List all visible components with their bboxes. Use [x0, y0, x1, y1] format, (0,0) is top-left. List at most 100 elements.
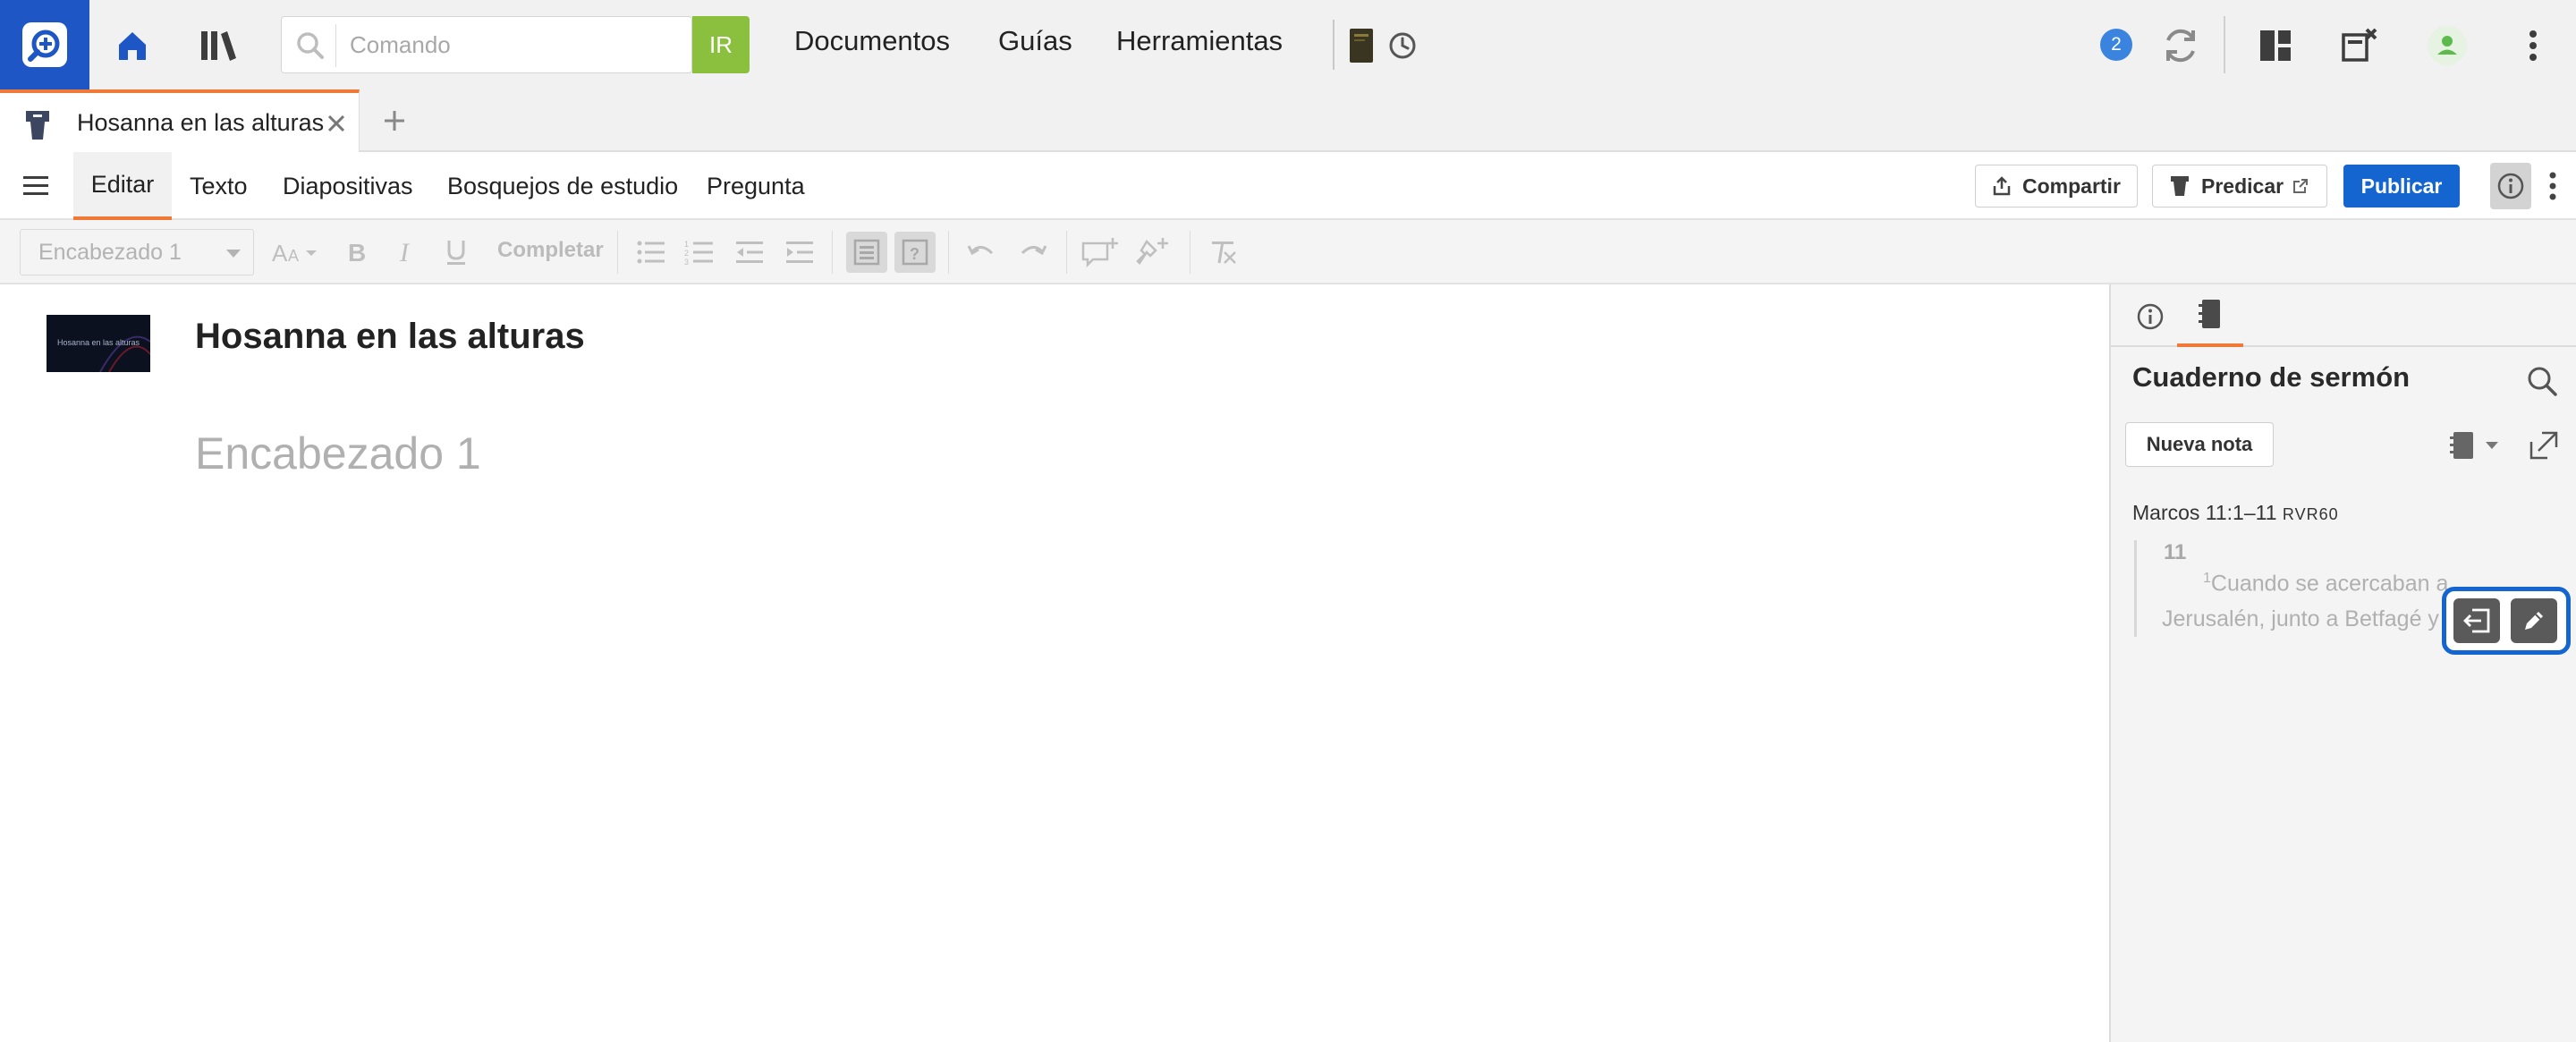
pencil-icon	[2521, 607, 2547, 634]
sermon-notebook-panel: Cuaderno de sermón Nueva nota Marcos 11:…	[2109, 284, 2576, 1042]
svg-text:2: 2	[684, 249, 689, 258]
verse-text-line1: Cuando se acercaban a	[2210, 571, 2449, 597]
insert-icon	[2462, 607, 2492, 634]
search-icon	[292, 28, 328, 64]
plus-icon[interactable]	[379, 106, 410, 136]
svg-text:?: ?	[910, 245, 919, 263]
slide-thumbnail[interactable]: Hosanna en las alturas	[47, 315, 150, 372]
popout-icon[interactable]	[2528, 429, 2560, 462]
svg-text:A: A	[272, 240, 288, 267]
toolbar-divider	[832, 231, 833, 274]
publish-button[interactable]: Publicar	[2343, 165, 2460, 208]
command-input[interactable]	[350, 17, 672, 72]
sync-count-badge[interactable]: 2	[2100, 29, 2132, 61]
numbered-list-icon[interactable]: 1 2 3	[682, 234, 717, 270]
sermon-editor[interactable]: Hosanna en las alturas Hosanna en las al…	[0, 284, 2109, 1042]
tab-texto[interactable]: Texto	[190, 152, 248, 220]
thumbnail-caption: Hosanna en las alturas	[56, 338, 140, 347]
chapter-number: 11	[2164, 540, 2187, 564]
svg-text:1: 1	[684, 240, 689, 249]
logos-app-icon[interactable]	[0, 0, 89, 89]
toolbar-divider	[1190, 231, 1191, 274]
note-reference-text: Marcos 11:1–11	[2132, 501, 2277, 524]
bold-icon[interactable]: B	[338, 234, 374, 270]
new-note-button[interactable]: Nueva nota	[2125, 422, 2274, 467]
insert-pin-icon[interactable]	[1136, 234, 1172, 270]
info-icon[interactable]	[2131, 297, 2170, 336]
top-bar: IR Documentos Guías Herramientas 2	[0, 0, 2576, 89]
tab-bosquejos[interactable]: Bosquejos de estudio	[447, 152, 678, 220]
redo-icon[interactable]	[1014, 234, 1050, 270]
undo-icon[interactable]	[964, 234, 1000, 270]
notebook-icon[interactable]	[2177, 284, 2243, 347]
hamburger-icon[interactable]	[21, 174, 50, 199]
italic-icon[interactable]: I	[388, 234, 424, 270]
note-reference[interactable]: Marcos 11:1–11 RVR60	[2132, 501, 2339, 525]
tab-pregunta[interactable]: Pregunta	[707, 152, 805, 220]
share-icon	[1992, 175, 2012, 197]
pulpit-icon	[2169, 174, 2190, 198]
notebook-icon	[2447, 430, 2478, 461]
nav-tools[interactable]: Herramientas	[1116, 25, 1283, 57]
document-menu-bar: Editar Texto Diapositivas Bosquejos de e…	[0, 152, 2576, 220]
font-size-icon[interactable]: A A	[268, 234, 322, 270]
tab-editar[interactable]: Editar	[73, 152, 172, 220]
underline-icon[interactable]	[438, 234, 474, 270]
nav-guides[interactable]: Guías	[998, 25, 1072, 57]
more-options-icon[interactable]	[2542, 168, 2563, 204]
tab-sermon[interactable]: Hosanna en las alturas	[0, 89, 360, 152]
outdent-icon[interactable]	[732, 234, 767, 270]
question-block-icon[interactable]: ?	[894, 232, 936, 273]
library-icon[interactable]	[195, 22, 242, 69]
notebook-select[interactable]	[2447, 428, 2504, 463]
history-icon[interactable]	[1379, 22, 1426, 69]
verse-number: 1	[2203, 571, 2211, 586]
autocomplete-button[interactable]: Completar	[497, 238, 604, 263]
toolbar-divider	[1066, 231, 1067, 274]
external-link-icon	[2292, 178, 2309, 194]
home-icon[interactable]	[109, 22, 156, 69]
nav-documents[interactable]: Documentos	[794, 25, 950, 57]
chevron-down-icon	[226, 250, 241, 258]
close-panels-icon[interactable]	[2336, 22, 2383, 69]
clear-formatting-icon[interactable]	[1206, 234, 1241, 270]
sermon-icon	[23, 109, 52, 141]
close-icon[interactable]	[326, 113, 347, 134]
edit-note-button[interactable]	[2511, 598, 2557, 643]
preach-button[interactable]: Predicar	[2152, 165, 2327, 208]
svg-text:I: I	[399, 238, 411, 267]
insert-comment-icon[interactable]	[1079, 234, 1122, 270]
search-icon[interactable]	[2524, 363, 2560, 399]
style-select-value: Encabezado 1	[38, 239, 182, 265]
indent-icon[interactable]	[782, 234, 818, 270]
tab-diapositivas[interactable]: Diapositivas	[283, 152, 413, 220]
toolbar-divider	[617, 231, 618, 274]
share-button[interactable]: Compartir	[1975, 165, 2138, 208]
toolbar-divider	[948, 231, 949, 274]
document-tab-bar: Hosanna en las alturas	[0, 89, 2576, 152]
panel-title: Cuaderno de sermón	[2132, 361, 2411, 393]
paragraph-style-select[interactable]: Encabezado 1	[20, 229, 254, 275]
search-divider	[335, 24, 336, 67]
insert-into-document-button[interactable]	[2453, 598, 2500, 643]
svg-text:B: B	[348, 239, 366, 267]
tab-label: Hosanna en las alturas	[77, 109, 325, 136]
heading-placeholder[interactable]: Encabezado 1	[195, 428, 481, 479]
go-button[interactable]: IR	[692, 16, 750, 73]
book-icon[interactable]	[1338, 22, 1385, 69]
panel-tabs	[2111, 284, 2576, 347]
toolbar-divider	[2224, 16, 2225, 73]
bullet-list-icon[interactable]	[633, 234, 669, 270]
user-icon[interactable]	[2424, 22, 2470, 69]
block-format-icon[interactable]	[846, 232, 887, 273]
info-icon[interactable]	[2490, 163, 2531, 209]
command-search-box	[281, 16, 692, 73]
document-title[interactable]: Hosanna en las alturas	[195, 317, 585, 357]
layouts-icon[interactable]	[2252, 22, 2299, 69]
svg-text:A: A	[288, 247, 299, 265]
note-actions-group	[2442, 587, 2571, 655]
kebab-icon[interactable]	[2510, 22, 2556, 69]
svg-text:3: 3	[684, 258, 689, 266]
sync-icon[interactable]	[2157, 22, 2204, 69]
formatting-toolbar: Encabezado 1 A A B I Completar 1 2 3 ?	[0, 220, 2576, 284]
